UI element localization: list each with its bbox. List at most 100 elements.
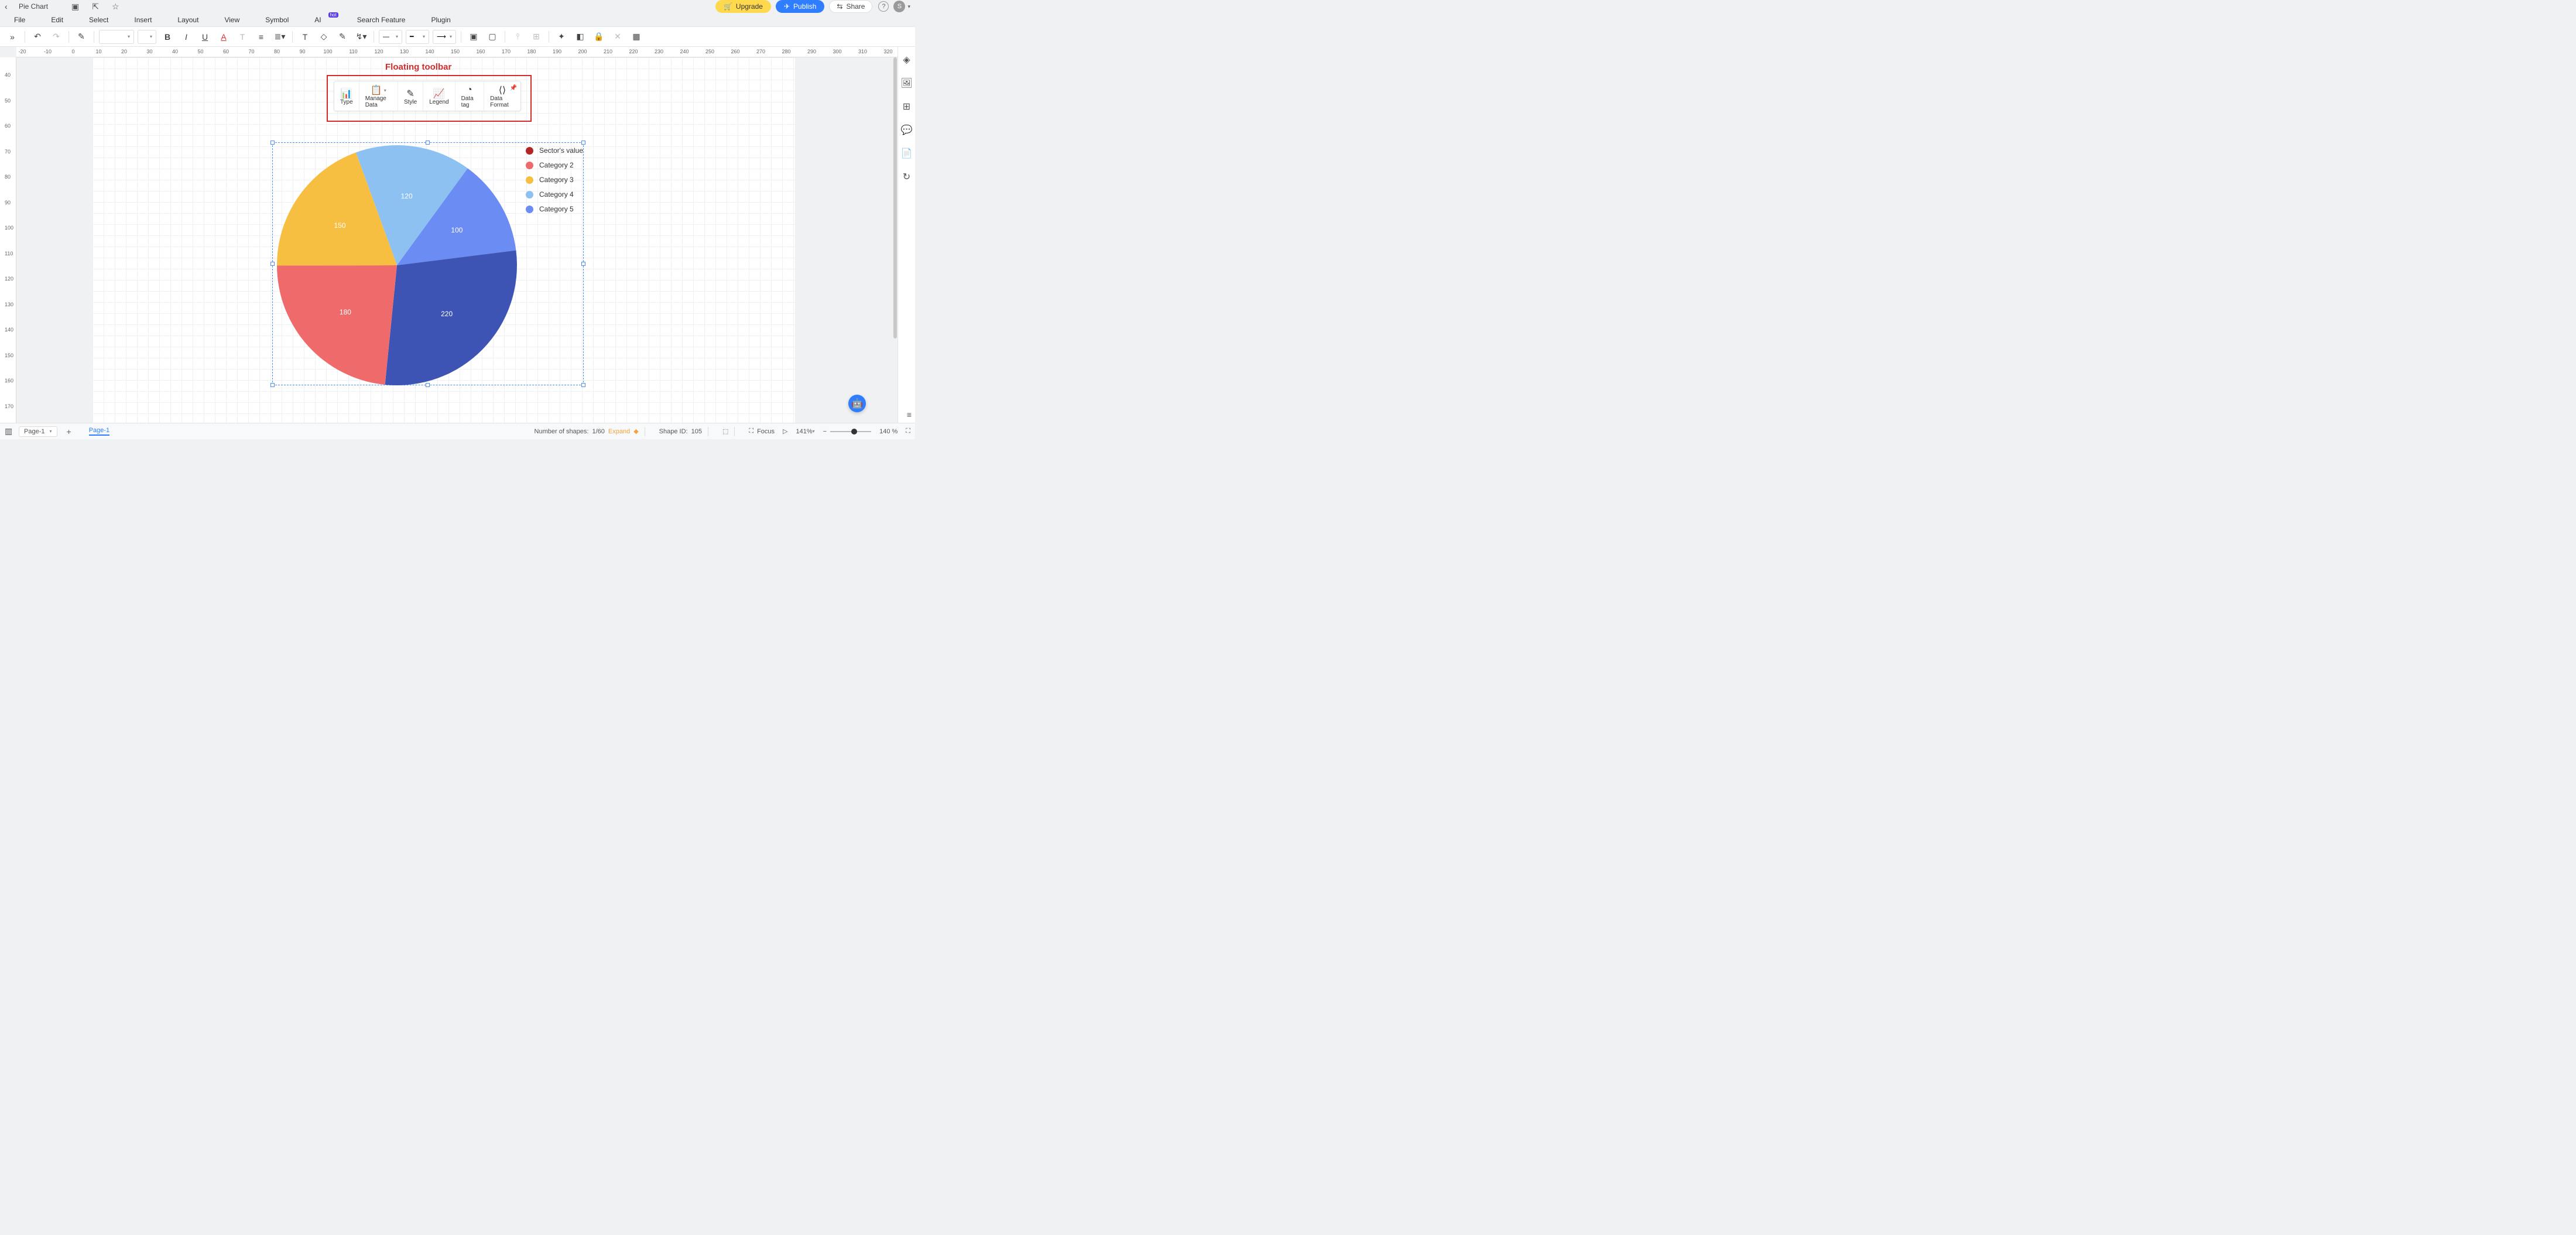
zoom-percent[interactable]: 141% — [796, 428, 813, 435]
bold-icon[interactable]: B — [160, 29, 175, 45]
resize-handle-ne[interactable] — [581, 141, 585, 145]
pie-slice[interactable] — [277, 265, 397, 385]
fit-icon[interactable]: ⛶ — [906, 427, 910, 435]
pie-chart[interactable]: 120100220180150 — [277, 142, 517, 385]
page-dropdown[interactable]: Page-1 — [19, 426, 57, 437]
chart-style-button[interactable]: ✎ Style — [398, 81, 423, 111]
resize-handle-w[interactable] — [270, 262, 275, 266]
menu-select[interactable]: Select — [89, 16, 108, 24]
format-painter-icon[interactable]: ✎ — [74, 29, 89, 45]
expand-caret-icon[interactable]: ◆ — [633, 427, 638, 435]
ruler-v-tick: 90 — [5, 200, 11, 206]
menu-search[interactable]: Search Feature — [357, 16, 406, 24]
arrow-dropdown[interactable]: ⟶ — [433, 30, 456, 44]
clear-format-icon[interactable]: T — [235, 29, 250, 45]
resize-handle-nw[interactable] — [270, 141, 275, 145]
avatar-caret-icon[interactable]: ▾ — [907, 4, 910, 10]
distribute-icon[interactable]: ⊞ — [529, 29, 544, 45]
menu-edit[interactable]: Edit — [51, 16, 63, 24]
share-button[interactable]: ⇆ Share — [829, 0, 872, 13]
legend-icon: 📈 — [433, 88, 445, 99]
vertical-align-icon[interactable]: ≣▾ — [272, 29, 287, 45]
avatar[interactable]: S — [893, 1, 905, 12]
resize-handle-se[interactable] — [581, 383, 585, 387]
back-icon[interactable]: ‹ — [5, 2, 14, 11]
align-icon[interactable]: ≡ — [254, 29, 269, 45]
data-tag-button[interactable]: ◔ Data tag — [455, 81, 485, 111]
chart-type-label: Type — [340, 99, 353, 105]
star-icon[interactable]: ☆ — [112, 2, 119, 12]
scrollbar-vertical[interactable] — [893, 57, 897, 338]
export-icon[interactable]: ⇱ — [92, 2, 99, 12]
legend-label: Sector's value — [539, 146, 583, 155]
tools-icon[interactable]: ✕ — [610, 29, 625, 45]
help-icon[interactable]: ? — [878, 1, 889, 12]
fill-panel-icon[interactable]: ◈ — [903, 54, 910, 66]
save-icon[interactable]: ▣ — [71, 2, 79, 12]
layers-icon[interactable]: ⬚ — [722, 427, 728, 435]
expand-button[interactable]: Expand — [608, 428, 630, 435]
redo-icon[interactable]: ↷ — [49, 29, 64, 45]
font-dropdown[interactable] — [99, 30, 134, 44]
zoom-out-icon[interactable]: − — [823, 428, 827, 435]
data-format-button[interactable]: ⟨⟩ Data Format — [484, 81, 520, 111]
menu-ai[interactable]: AIhot — [314, 16, 331, 24]
undo-icon[interactable]: ↶ — [30, 29, 45, 45]
notes-panel-icon[interactable]: 📄 — [901, 148, 913, 159]
publish-button[interactable]: ✈ Publish — [776, 0, 824, 13]
zoom-slider[interactable]: − — [823, 428, 871, 435]
shapes-count-label: Number of shapes: — [535, 428, 589, 435]
menu-layout[interactable]: Layout — [177, 16, 198, 24]
legend-button[interactable]: 📈 Legend — [423, 81, 455, 111]
menu-symbol[interactable]: Symbol — [265, 16, 289, 24]
bring-front-icon[interactable]: ▣ — [466, 29, 481, 45]
canvas[interactable]: Floating toolbar 📌 📊 Type 📋▾ Manage Data… — [16, 57, 898, 423]
comment-panel-icon[interactable]: 💬 — [901, 124, 913, 136]
page-tab[interactable]: Page-1 — [89, 427, 109, 436]
add-page-button[interactable]: + — [67, 427, 71, 436]
ruler-h-tick: -10 — [44, 49, 52, 54]
effects-icon[interactable]: ✦ — [554, 29, 569, 45]
line-style-dropdown[interactable]: — — [379, 30, 402, 44]
chat-bubble-button[interactable]: 🤖 — [848, 395, 866, 412]
lock-icon[interactable]: 🔒 — [591, 29, 607, 45]
presentation-icon[interactable]: ▦ — [629, 29, 644, 45]
font-color-icon[interactable]: A — [216, 29, 231, 45]
menu-file[interactable]: File — [14, 16, 25, 24]
history-panel-icon[interactable]: ↻ — [903, 171, 910, 183]
send-back-icon[interactable]: ▢ — [485, 29, 500, 45]
focus-button[interactable]: ⛶ Focus — [749, 427, 775, 435]
ruler-v-tick: 120 — [5, 276, 13, 282]
chart-bar-icon: 📊 — [341, 88, 352, 99]
line-weight-dropdown[interactable]: ━ — [406, 30, 429, 44]
panel-toggle-icon[interactable]: » — [5, 29, 20, 45]
underline-icon[interactable]: U — [197, 29, 213, 45]
menu-plugin[interactable]: Plugin — [431, 16, 450, 24]
font-size-dropdown[interactable] — [138, 30, 156, 44]
resize-handle-e[interactable] — [581, 262, 585, 266]
manage-data-button[interactable]: 📋▾ Manage Data — [359, 81, 398, 111]
chart-type-button[interactable]: 📊 Type — [334, 81, 359, 111]
pages-panel-icon[interactable]: ▥ — [5, 426, 16, 436]
grid-panel-icon[interactable]: ⊞ — [903, 101, 910, 112]
align-objects-icon[interactable]: ⫯ — [510, 29, 525, 45]
menu-insert[interactable]: Insert — [134, 16, 152, 24]
legend-swatch — [526, 176, 533, 184]
connector-icon[interactable]: ↯▾ — [354, 29, 369, 45]
image-panel-icon[interactable]: 🖼 — [900, 77, 912, 89]
ruler-h-tick: 30 — [146, 49, 152, 54]
italic-icon[interactable]: I — [179, 29, 194, 45]
text-tool-icon[interactable]: T — [297, 29, 313, 45]
menu-view[interactable]: View — [224, 16, 239, 24]
fill-icon[interactable]: ◇ — [316, 29, 331, 45]
resize-handle-sw[interactable] — [270, 383, 275, 387]
play-icon[interactable]: ▷ — [783, 427, 787, 435]
line-color-icon[interactable]: ✎ — [335, 29, 350, 45]
crop-icon[interactable]: ◧ — [573, 29, 588, 45]
ruler-v-tick: 130 — [5, 302, 13, 307]
legend-item: Category 2 — [526, 161, 583, 169]
collapse-panel-icon[interactable]: ≡ — [907, 410, 912, 419]
ruler-h-tick: 160 — [476, 49, 485, 54]
canvas-page[interactable]: Floating toolbar 📌 📊 Type 📋▾ Manage Data… — [93, 57, 795, 423]
upgrade-button[interactable]: 🛒 Upgrade — [715, 0, 771, 13]
